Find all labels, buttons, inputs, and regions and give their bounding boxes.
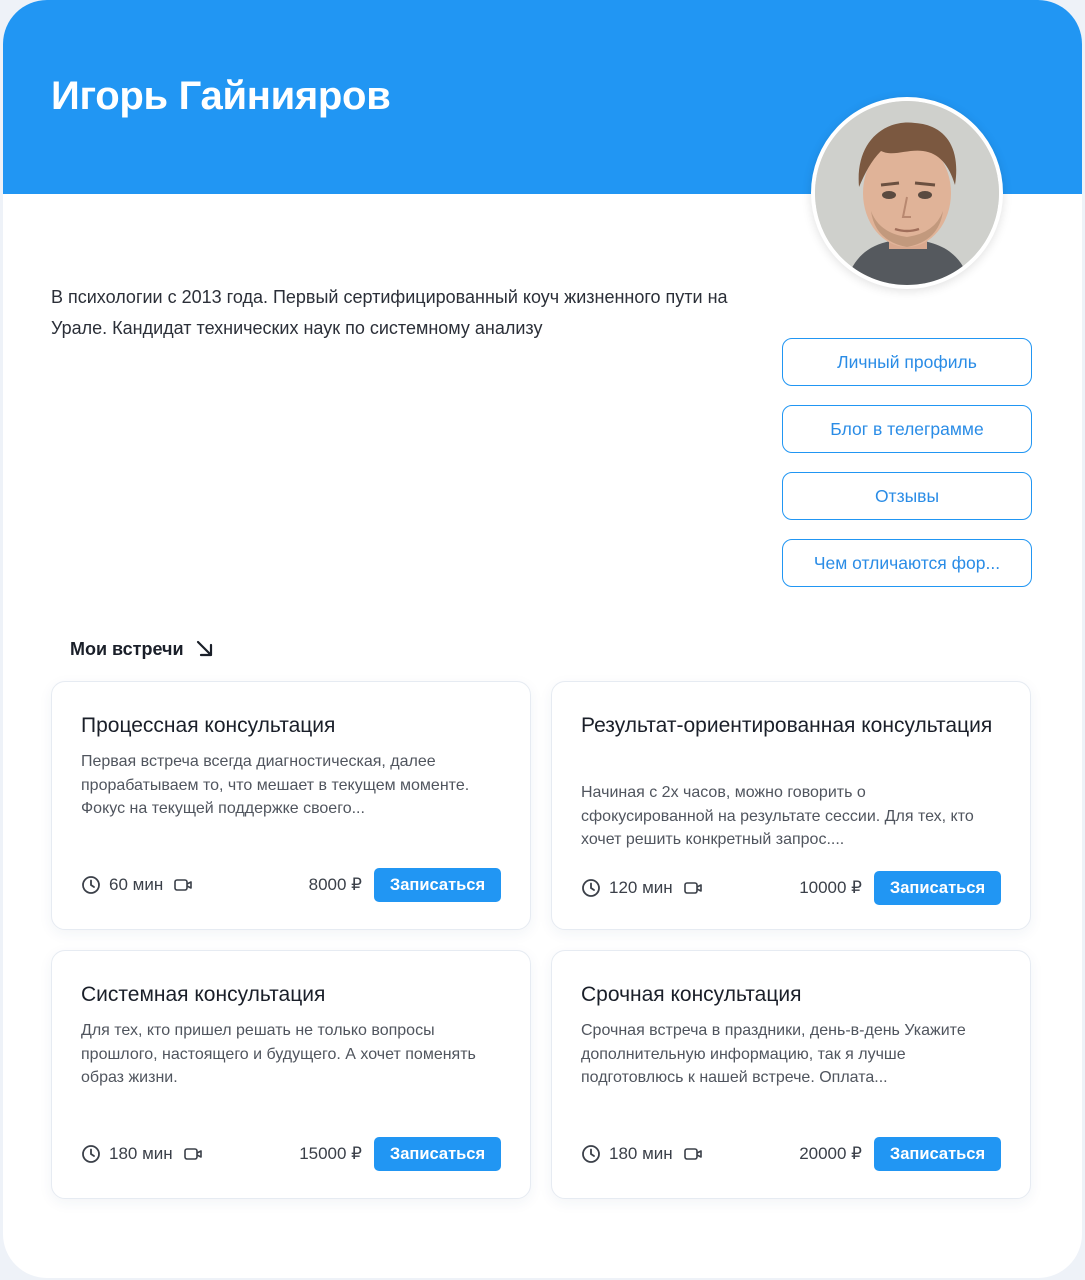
avatar-photo	[815, 101, 999, 285]
telegram-blog-link[interactable]: Блог в телеграмме	[782, 405, 1032, 453]
book-button[interactable]: Записаться	[874, 1137, 1001, 1171]
meeting-duration: 60 мин	[81, 875, 163, 895]
meeting-price: 15000 ₽	[299, 1144, 362, 1163]
meeting-footer: 60 мин 8000 ₽ Записаться	[81, 868, 501, 902]
video-camera-icon	[683, 882, 702, 894]
profile-page: Игорь Гайнияров В психологии с 2013 года…	[3, 0, 1082, 1278]
profile-links: Личный профиль Блог в телеграмме Отзывы …	[782, 338, 1032, 606]
meeting-description: Срочная встреча в праздники, день-в-день…	[581, 1022, 966, 1086]
meeting-footer: 180 мин 15000 ₽ Записаться	[81, 1137, 501, 1171]
meetings-title-text: Мои встречи	[70, 638, 184, 659]
video-camera-icon	[683, 1148, 702, 1160]
book-button[interactable]: Записаться	[374, 868, 501, 902]
meeting-card[interactable]: Срочная консультация Срочная встреча в п…	[551, 950, 1031, 1199]
meeting-description: Первая встреча всегда диагностическая, д…	[81, 753, 470, 817]
duration-text: 120 мин	[609, 878, 673, 897]
clock-icon	[582, 879, 600, 897]
arrow-down-right-icon	[196, 640, 212, 657]
meeting-title: Системная консультация	[81, 983, 326, 1006]
duration-text: 60 мин	[109, 875, 164, 894]
meetings-section-title: Мои встречи	[70, 638, 216, 660]
meeting-card[interactable]: Системная консультация Для тех, кто приш…	[51, 950, 531, 1199]
meeting-duration: 180 мин	[581, 1144, 673, 1164]
meeting-description: Для тех, кто пришел решать не только воп…	[81, 1022, 476, 1086]
meeting-price: 20000 ₽	[799, 1144, 862, 1163]
video-camera-icon	[174, 879, 193, 891]
meeting-card[interactable]: Результат-ориентированная консультация Н…	[551, 681, 1031, 930]
profile-bio: В психологии с 2013 года. Первый сертифи…	[51, 287, 728, 338]
video-camera-icon	[183, 1148, 202, 1160]
clock-icon	[82, 1145, 100, 1163]
avatar	[811, 97, 1003, 289]
meeting-title: Процессная консультация	[81, 714, 336, 737]
profile-name: Игорь Гайнияров	[51, 74, 391, 118]
duration-text: 180 мин	[609, 1144, 673, 1163]
meeting-title: Результат-ориентированная консультация	[581, 714, 993, 737]
meeting-title: Срочная консультация	[581, 983, 802, 1006]
duration-text: 180 мин	[109, 1144, 173, 1163]
meeting-footer: 120 мин 10000 ₽ Записаться	[581, 871, 1001, 905]
reviews-link[interactable]: Отзывы	[782, 472, 1032, 520]
book-button[interactable]: Записаться	[374, 1137, 501, 1171]
meeting-description: Начиная с 2х часов, можно говорить о сфо…	[581, 784, 974, 848]
clock-icon	[82, 876, 100, 894]
personal-profile-link[interactable]: Личный профиль	[782, 338, 1032, 386]
meeting-footer: 180 мин 20000 ₽ Записаться	[581, 1137, 1001, 1171]
meeting-card[interactable]: Процессная консультация Первая встреча в…	[51, 681, 531, 930]
formats-difference-link[interactable]: Чем отличаются фор...	[782, 539, 1032, 587]
meeting-price: 10000 ₽	[799, 878, 862, 897]
clock-icon	[582, 1145, 600, 1163]
meeting-price: 8000 ₽	[308, 875, 362, 894]
meeting-duration: 180 мин	[81, 1144, 173, 1164]
meeting-duration: 120 мин	[581, 878, 673, 898]
book-button[interactable]: Записаться	[874, 871, 1001, 905]
